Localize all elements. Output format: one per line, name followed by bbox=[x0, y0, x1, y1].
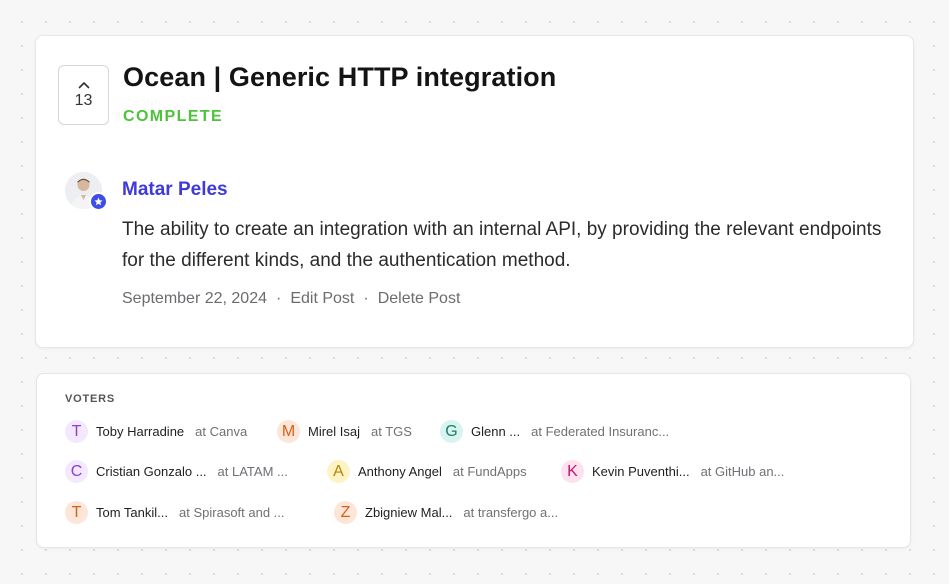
voter-company: at LATAM ... bbox=[217, 464, 288, 479]
voter-avatar: A bbox=[327, 460, 350, 483]
admin-badge bbox=[89, 192, 108, 211]
post-title: Ocean | Generic HTTP integration bbox=[123, 62, 557, 92]
voters-heading: VOTERS bbox=[65, 393, 116, 405]
voter-name: Glenn ... bbox=[471, 424, 521, 439]
post-date: September 22, 2024 bbox=[122, 290, 267, 307]
voter-name: Cristian Gonzalo ... bbox=[96, 464, 207, 479]
voter-company: at TGS bbox=[371, 424, 412, 439]
voter-name: Mirel Isaj bbox=[308, 424, 361, 439]
voters-card: VOTERS T Toby Harradine at Canva M Mirel… bbox=[36, 373, 911, 548]
voter-avatar: T bbox=[65, 420, 88, 443]
delete-post-link[interactable]: Delete Post bbox=[378, 290, 461, 307]
voter-avatar: Z bbox=[334, 501, 357, 524]
chevron-up-icon bbox=[78, 81, 89, 88]
post-meta: September 22, 2024 · Edit Post · Delete Post bbox=[122, 290, 460, 308]
voter-avatar: M bbox=[277, 420, 300, 443]
author-avatar[interactable] bbox=[65, 172, 108, 211]
voter-name: Zbigniew Mal... bbox=[365, 505, 453, 520]
voter-company: at Federated Insuranc... bbox=[531, 424, 670, 439]
voter-item[interactable]: T Tom Tankil... at Spirasoft and ... bbox=[65, 501, 285, 524]
voter-item[interactable]: M Mirel Isaj at TGS bbox=[277, 420, 412, 443]
edit-post-link[interactable]: Edit Post bbox=[290, 290, 354, 307]
voter-company: at GitHub an... bbox=[700, 464, 785, 479]
voter-company: at Canva bbox=[195, 424, 248, 439]
post-body: The ability to create an integration wit… bbox=[122, 219, 882, 271]
voter-avatar: T bbox=[65, 501, 88, 524]
voter-item[interactable]: Z Zbigniew Mal... at transfergo a... bbox=[334, 501, 558, 524]
voter-item[interactable]: T Toby Harradine at Canva bbox=[65, 420, 247, 443]
voter-company: at Spirasoft and ... bbox=[179, 505, 285, 520]
voter-avatar: K bbox=[561, 460, 584, 483]
voter-name: Kevin Puventhi... bbox=[592, 464, 690, 479]
voter-name: Anthony Angel bbox=[358, 464, 442, 479]
author-name-link[interactable]: Matar Peles bbox=[122, 179, 228, 201]
meta-separator: · bbox=[363, 290, 369, 307]
voter-company: at FundApps bbox=[452, 464, 527, 479]
upvote-button[interactable]: 13 bbox=[58, 65, 109, 125]
voter-item[interactable]: C Cristian Gonzalo ... at LATAM ... bbox=[65, 460, 288, 483]
voter-company: at transfergo a... bbox=[463, 505, 559, 520]
post-card: 13 Ocean | Generic HTTP integration COMP… bbox=[35, 35, 914, 348]
voter-name: Tom Tankil... bbox=[96, 505, 169, 520]
meta-separator: · bbox=[276, 290, 282, 307]
voter-item[interactable]: K Kevin Puventhi... at GitHub an... bbox=[561, 460, 784, 483]
status-badge: COMPLETE bbox=[123, 108, 224, 125]
voter-avatar: G bbox=[440, 420, 463, 443]
voter-item[interactable]: A Anthony Angel at FundApps bbox=[327, 460, 527, 483]
star-icon bbox=[94, 197, 103, 206]
voter-avatar: C bbox=[65, 460, 88, 483]
voter-name: Toby Harradine bbox=[96, 424, 185, 439]
voter-item[interactable]: G Glenn ... at Federated Insuranc... bbox=[440, 420, 669, 443]
vote-count: 13 bbox=[74, 91, 93, 109]
